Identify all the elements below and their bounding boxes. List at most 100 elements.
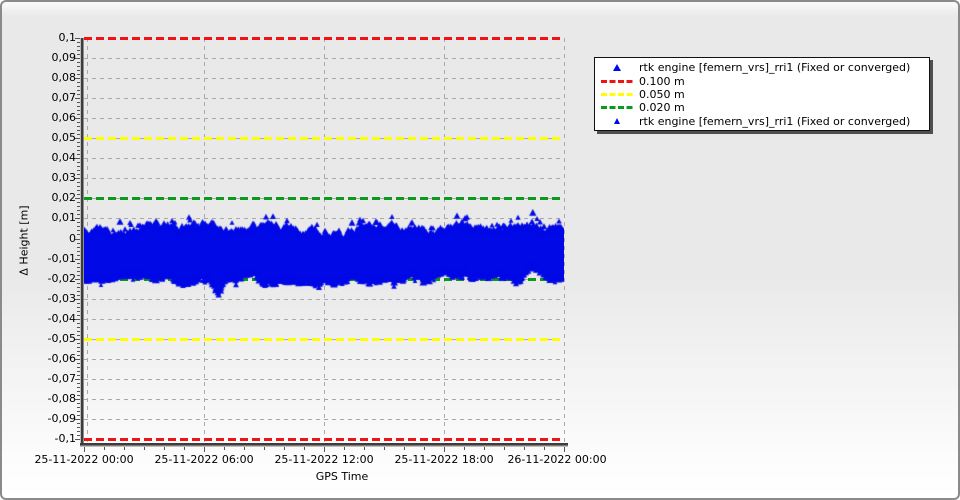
y-tick-label: 0,06 (51, 111, 77, 124)
x-minor-tick (224, 447, 225, 450)
y-minor-tick (77, 263, 80, 264)
y-minor-tick (77, 267, 80, 268)
y-minor-tick (77, 166, 80, 167)
y-minor-tick (77, 186, 80, 187)
y-tick-label: -0,06 (47, 352, 76, 365)
y-tick-label: -0,08 (47, 392, 76, 405)
y-minor-tick (77, 190, 80, 191)
y-minor-tick (77, 291, 80, 292)
x-minor-tick (124, 447, 125, 450)
y-minor-tick (77, 331, 80, 332)
x-minor-tick (544, 447, 545, 450)
x-minor-tick (304, 447, 305, 450)
y-minor-tick (77, 114, 80, 115)
legend-label: 0.020 m (639, 101, 685, 115)
y-minor-tick (77, 311, 80, 312)
y-minor-tick (77, 234, 80, 235)
y-minor-tick (77, 174, 80, 175)
y-tick-label: 0,08 (51, 71, 77, 84)
y-minor-tick (77, 50, 80, 51)
y-minor-tick (77, 391, 80, 392)
legend-marker (595, 118, 639, 125)
y-minor-tick (77, 126, 80, 127)
chart-window: 0,1 0,09 0,08 0,07 0,06 0,05 0,04 0,03 0,02 0,01 0… (0, 0, 960, 500)
y-minor-tick (77, 206, 80, 207)
y-minor-tick (77, 295, 80, 296)
y-minor-tick (77, 395, 80, 396)
x-tick-label: 25-11-2022 06:00 (154, 453, 254, 466)
x-minor-tick (524, 447, 525, 450)
y-minor-tick (77, 170, 80, 171)
y-minor-tick (77, 415, 80, 416)
y-major-tick (75, 58, 80, 59)
y-minor-tick (77, 62, 80, 63)
x-minor-tick (184, 447, 185, 450)
x-major-tick (324, 447, 325, 452)
x-minor-tick (484, 447, 485, 450)
y-minor-tick (77, 403, 80, 404)
legend-marker (595, 64, 639, 72)
y-tick-label: 0,1 (58, 31, 77, 44)
legend-row: 0.100 m (595, 74, 929, 88)
x-minor-tick (104, 447, 105, 450)
y-tick-label: -0,09 (47, 412, 76, 425)
scatter-plot-area[interactable] (84, 38, 564, 443)
y-minor-tick (77, 363, 80, 364)
y-minor-tick (77, 427, 80, 428)
y-major-tick (75, 299, 80, 300)
y-major-tick (75, 118, 80, 119)
legend-row: 0.050 m (595, 88, 929, 101)
y-tick-label: 0,04 (51, 151, 77, 164)
y-minor-tick (77, 70, 80, 71)
y-minor-tick (77, 411, 80, 412)
y-minor-tick (77, 375, 80, 376)
y-minor-tick (77, 182, 80, 183)
y-major-tick (75, 138, 80, 139)
y-tick-label: -0,05 (47, 332, 76, 345)
x-axis-title: GPS Time (315, 470, 369, 483)
x-minor-tick (144, 447, 145, 450)
x-minor-tick (364, 447, 365, 450)
y-minor-tick (77, 82, 80, 83)
y-minor-tick (77, 66, 80, 67)
x-minor-tick (404, 447, 405, 450)
y-minor-tick (77, 130, 80, 131)
dash-line-icon (600, 79, 634, 83)
y-minor-tick (77, 202, 80, 203)
y-minor-tick (77, 46, 80, 47)
y-minor-tick (77, 283, 80, 284)
y-minor-tick (77, 271, 80, 272)
x-minor-tick (504, 447, 505, 450)
y-minor-tick (77, 315, 80, 316)
y-major-tick (75, 178, 80, 179)
gridline (564, 38, 565, 443)
y-minor-tick (77, 431, 80, 432)
y-minor-tick (77, 110, 80, 111)
y-minor-tick (77, 142, 80, 143)
x-tick-label: 25-11-2022 12:00 (274, 453, 374, 466)
x-tick-label: 25-11-2022 00:00 (34, 453, 134, 466)
y-tick-label: -0,03 (47, 292, 76, 305)
x-minor-tick (384, 447, 385, 450)
y-minor-tick (77, 154, 80, 155)
y-tick-label: -0,07 (47, 372, 76, 385)
legend-row: rtk engine [femern_vrs]_rri1 (Fixed or c… (595, 61, 929, 74)
y-minor-tick (77, 303, 80, 304)
y-major-tick (75, 419, 80, 420)
y-minor-tick (77, 106, 80, 107)
y-minor-tick (77, 134, 80, 135)
y-minor-tick (77, 255, 80, 256)
y-minor-tick (77, 222, 80, 223)
y-minor-tick (77, 146, 80, 147)
y-minor-tick (77, 122, 80, 123)
y-minor-tick (77, 162, 80, 163)
y-major-tick (75, 78, 80, 79)
y-major-tick (75, 98, 80, 99)
dash-line-icon (600, 106, 634, 110)
y-minor-tick (77, 351, 80, 352)
y-minor-tick (77, 435, 80, 436)
x-minor-tick (164, 447, 165, 450)
y-minor-tick (77, 251, 80, 252)
triangle-marker-icon (613, 64, 621, 72)
y-minor-tick (77, 194, 80, 195)
